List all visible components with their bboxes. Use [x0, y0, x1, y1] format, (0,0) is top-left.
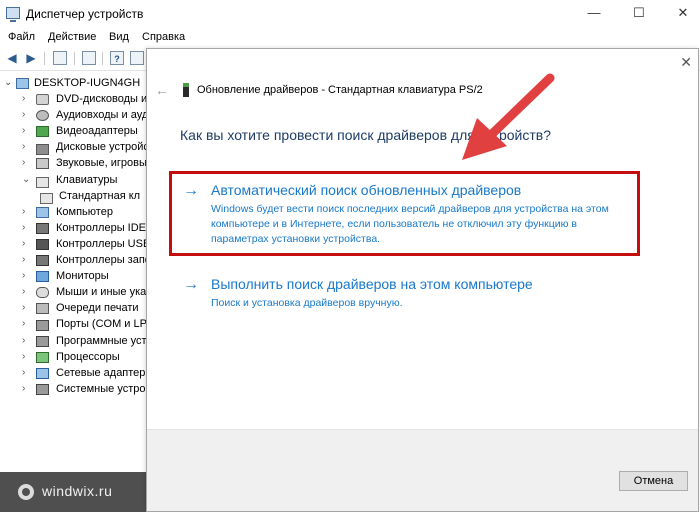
help-icon[interactable]: ?	[110, 51, 124, 65]
tree-item-label: Порты (COM и LP	[56, 318, 147, 331]
view-icon[interactable]	[130, 51, 144, 65]
tree-root-label: DESKTOP-IUGN4GH	[34, 77, 141, 89]
tree-item-label: Дисковые устройст	[56, 141, 148, 154]
watermark-text: windwix.ru	[42, 483, 113, 499]
mouse-icon	[36, 287, 49, 299]
close-button[interactable]: ✕	[673, 5, 693, 21]
menu-action[interactable]: Действие	[48, 31, 96, 43]
watermark: windwix.ru	[0, 472, 146, 512]
tree-item-label: Стандартная кл	[59, 189, 141, 202]
video-adapter-icon	[36, 126, 49, 138]
maximize-button[interactable]: ☐	[629, 5, 649, 21]
right-arrow-icon: →	[183, 182, 199, 199]
device-tree: ⌄ DESKTOP-IUGN4GH › DVD-дисководы и д › Аудио…	[0, 72, 148, 472]
tree-item-label: Мониторы	[56, 270, 109, 283]
keyboard-icon	[40, 192, 53, 204]
cancel-button[interactable]: Отмена	[619, 471, 688, 491]
monitor-icon	[36, 271, 49, 283]
tree-item-label: Компьютер	[56, 205, 113, 218]
tree-item-label: Очереди печати	[56, 302, 139, 315]
toolbar-separator	[44, 52, 45, 65]
tree-item-label: Контроллеры запо	[56, 254, 148, 266]
chevron-right-icon[interactable]: ›	[22, 318, 32, 329]
tree-item-label: DVD-дисководы и д	[56, 93, 148, 105]
tree-item-label: Аудиовходы и ауд	[56, 109, 148, 122]
device-manager-icon	[6, 7, 20, 22]
tree-item-label: Видеоадаптеры	[56, 125, 138, 138]
storage-controller-icon	[36, 255, 49, 266]
console-tree-icon[interactable]	[53, 51, 67, 65]
chevron-right-icon[interactable]: ›	[22, 109, 32, 120]
chevron-right-icon[interactable]: ›	[22, 222, 32, 233]
system-device-icon	[36, 383, 49, 395]
audio-icon	[36, 110, 49, 122]
port-icon	[36, 320, 49, 332]
chevron-down-icon[interactable]: ⌄	[4, 77, 14, 88]
chevron-right-icon[interactable]: ›	[22, 206, 32, 217]
toolbar-separator	[102, 52, 103, 65]
tree-item-label: Сетевые адаптеры	[56, 366, 148, 379]
chevron-right-icon[interactable]: ›	[22, 286, 32, 297]
manual-search-title[interactable]: Выполнить поиск драйверов на этом компью…	[211, 276, 533, 292]
dialog-close-icon[interactable]: ✕	[680, 54, 692, 71]
chevron-right-icon[interactable]: ›	[22, 270, 32, 281]
computer-icon	[16, 78, 29, 89]
computer-icon	[36, 206, 49, 218]
sound-icon	[36, 158, 49, 170]
back-arrow-icon[interactable]: ◀	[5, 51, 19, 65]
tree-item-label: Контроллеры IDE	[56, 221, 147, 234]
chevron-right-icon[interactable]: ›	[22, 335, 32, 346]
dialog-question: Как вы хотите провести поиск драйверов д…	[180, 127, 551, 143]
properties-icon[interactable]	[82, 51, 96, 65]
chevron-right-icon[interactable]: ›	[22, 157, 32, 168]
chevron-right-icon[interactable]: ›	[22, 302, 32, 313]
auto-search-option[interactable]: → Автоматический поиск обновленных драйв…	[183, 182, 623, 246]
menu-help[interactable]: Справка	[142, 31, 185, 43]
chevron-right-icon[interactable]: ›	[22, 367, 32, 378]
processor-icon	[36, 351, 49, 363]
chevron-right-icon[interactable]: ›	[22, 93, 32, 104]
minimize-button[interactable]: —	[584, 5, 604, 21]
software-device-icon	[36, 335, 49, 347]
window-title: Диспетчер устройств	[26, 7, 144, 21]
dialog-title: Обновление драйверов - Стандартная клави…	[197, 84, 483, 96]
dvd-drive-icon	[36, 94, 49, 105]
tree-item-label: Мыши и иные ука	[56, 286, 147, 299]
chevron-right-icon[interactable]: ›	[22, 238, 32, 249]
menu-file[interactable]: Файл	[8, 31, 35, 43]
menu-bar: Файл Действие Вид Справка	[0, 29, 700, 47]
manual-search-option[interactable]: → Выполнить поиск драйверов на этом комп…	[183, 276, 623, 312]
chevron-right-icon[interactable]: ›	[22, 351, 32, 362]
chevron-right-icon[interactable]: ›	[22, 125, 32, 136]
chevron-right-icon[interactable]: ›	[22, 141, 32, 152]
title-bar: Диспетчер устройств — ☐ ✕	[0, 0, 700, 29]
tree-item-label: Процессоры	[56, 350, 120, 363]
keyboard-icon	[36, 176, 49, 188]
auto-search-title[interactable]: Автоматический поиск обновленных драйвер…	[211, 182, 521, 198]
chevron-right-icon[interactable]: ›	[22, 383, 32, 394]
manual-search-description: Поиск и установка драйверов вручную.	[211, 297, 403, 309]
toolbar-separator	[74, 52, 75, 65]
menu-view[interactable]: Вид	[109, 31, 129, 43]
dialog-footer: Отмена	[147, 429, 698, 511]
tree-item-label: Звуковые, игровы	[56, 157, 147, 170]
right-arrow-icon: →	[183, 276, 199, 293]
tree-item-label: Контроллеры USB	[56, 237, 148, 250]
tree-item-label: Клавиатуры	[56, 173, 118, 186]
chevron-down-icon[interactable]: ⌄	[22, 174, 32, 185]
ide-controller-icon	[36, 222, 49, 234]
back-arrow-icon[interactable]: ←	[155, 82, 169, 98]
auto-search-description: Windows будет вести поиск последних верс…	[211, 203, 609, 245]
keyboard-device-icon	[183, 83, 189, 97]
update-driver-dialog: ✕ ← Обновление драйверов - Стандартная к…	[146, 48, 699, 512]
chevron-right-icon[interactable]: ›	[22, 254, 32, 265]
forward-arrow-icon[interactable]: ▶	[24, 51, 38, 65]
network-adapter-icon	[36, 367, 49, 379]
tree-item-label: Системные устро	[56, 382, 146, 395]
watermark-logo-icon	[18, 484, 34, 500]
usb-controller-icon	[36, 238, 49, 250]
printer-icon	[36, 303, 49, 315]
disk-drive-icon	[36, 144, 49, 156]
tree-item-label: Программные уст	[56, 334, 147, 347]
